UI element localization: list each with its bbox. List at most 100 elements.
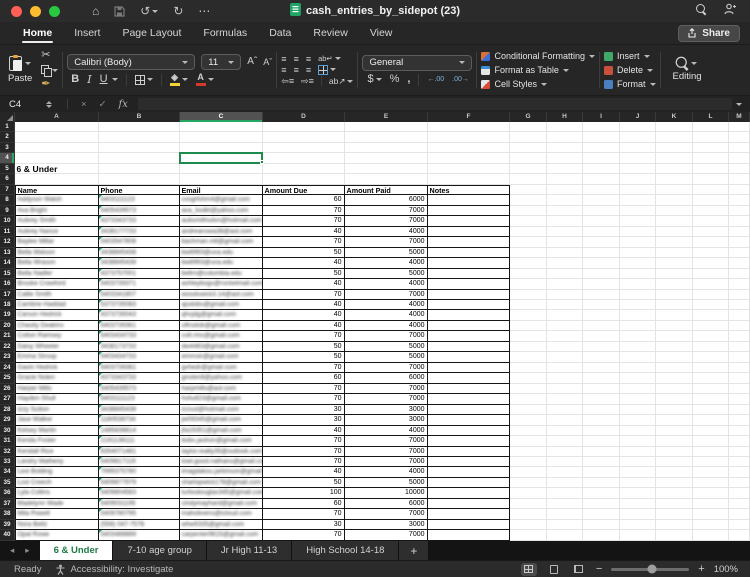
cell-E24[interactable]: 7000: [345, 363, 428, 373]
cell-I13[interactable]: [583, 248, 620, 258]
editing-button[interactable]: Editing: [665, 49, 710, 91]
borders-button[interactable]: [135, 75, 153, 85]
cell-K28[interactable]: [656, 405, 693, 415]
cell-A34[interactable]: Lexi Bolding: [15, 467, 99, 477]
cell-J3[interactable]: [620, 143, 656, 153]
cell-M29[interactable]: [729, 415, 750, 425]
cell-H17[interactable]: [547, 290, 583, 300]
tab-home[interactable]: Home: [12, 22, 63, 44]
cell-M28[interactable]: [729, 405, 750, 415]
tab-insert[interactable]: Insert: [63, 22, 111, 44]
cell-A29[interactable]: Jase Walker: [15, 415, 99, 425]
cell-F20[interactable]: [428, 321, 510, 331]
cell-D32[interactable]: 70: [263, 447, 345, 457]
column-header-B[interactable]: B: [99, 112, 180, 122]
row-header-23[interactable]: 23: [0, 352, 15, 362]
cell-A8[interactable]: Addyson Walsh: [15, 195, 99, 205]
cell-K12[interactable]: [656, 237, 693, 247]
cell-D29[interactable]: 30: [263, 415, 345, 425]
cell-C9[interactable]: ava_bsdkt@yahoo.com: [180, 206, 263, 216]
cell-E29[interactable]: 3000: [345, 415, 428, 425]
cell-J31[interactable]: [620, 436, 656, 446]
cell-B18[interactable]: 5373735083: [99, 300, 180, 310]
cell-L27[interactable]: [693, 394, 729, 404]
cell-C15[interactable]: bellrn@columbia.edu: [180, 269, 263, 279]
cell-E28[interactable]: 3000: [345, 405, 428, 415]
cell-M27[interactable]: [729, 394, 750, 404]
cell-I30[interactable]: [583, 426, 620, 436]
cell-E34[interactable]: 4000: [345, 467, 428, 477]
row-header-27[interactable]: 27: [0, 394, 15, 404]
cell-H19[interactable]: [547, 310, 583, 320]
cell-I35[interactable]: [583, 478, 620, 488]
cell-K25[interactable]: [656, 373, 693, 383]
cell-B6[interactable]: [99, 174, 180, 184]
cell-K37[interactable]: [656, 499, 693, 509]
cell-J35[interactable]: [620, 478, 656, 488]
cell-M37[interactable]: [729, 499, 750, 509]
cell-L4[interactable]: [693, 153, 729, 163]
cell-B16[interactable]: 5403739371: [99, 279, 180, 289]
cell-H30[interactable]: [547, 426, 583, 436]
cell-E26[interactable]: 7000: [345, 384, 428, 394]
cell-K40[interactable]: [656, 530, 693, 540]
cell-E27[interactable]: 7000: [345, 394, 428, 404]
cell-G23[interactable]: [510, 352, 547, 362]
row-header-29[interactable]: 29: [0, 415, 15, 425]
cell-B33[interactable]: 5409817119: [99, 457, 180, 467]
cell-M21[interactable]: [729, 331, 750, 341]
sheet-tab-6-and-under[interactable]: 6 & Under: [40, 541, 114, 560]
cell-C36[interactable]: turbodouglas345@gmail.com: [180, 488, 263, 498]
cell-F19[interactable]: [428, 310, 510, 320]
cell-C40[interactable]: carpenter9815@gmail.com: [180, 530, 263, 540]
cell-F14[interactable]: [428, 258, 510, 268]
cell-D28[interactable]: 30: [263, 405, 345, 415]
cell-H6[interactable]: [547, 174, 583, 184]
cell-H15[interactable]: [547, 269, 583, 279]
prev-sheet-arrow-icon[interactable]: ◂: [10, 545, 14, 556]
cell-B14[interactable]: 3438845438: [99, 258, 180, 268]
cell-G30[interactable]: [510, 426, 547, 436]
cell-F28[interactable]: [428, 405, 510, 415]
cell-B31[interactable]: 2191138111: [99, 436, 180, 446]
cell-M22[interactable]: [729, 342, 750, 352]
cell-D30[interactable]: 40: [263, 426, 345, 436]
cell-A26[interactable]: Harper Mills: [15, 384, 99, 394]
cell-F34[interactable]: [428, 467, 510, 477]
row-header-31[interactable]: 31: [0, 436, 15, 446]
cell-I34[interactable]: [583, 467, 620, 477]
cell-J37[interactable]: [620, 499, 656, 509]
cell-M18[interactable]: [729, 300, 750, 310]
cell-D5[interactable]: [263, 164, 345, 174]
column-header-L[interactable]: L: [693, 112, 729, 122]
cell-I29[interactable]: [583, 415, 620, 425]
cell-G6[interactable]: [510, 174, 547, 184]
cell-D8[interactable]: 60: [263, 195, 345, 205]
cell-H4[interactable]: [547, 153, 583, 163]
cell-B4[interactable]: [99, 153, 180, 163]
cell-M36[interactable]: [729, 488, 750, 498]
cell-C4[interactable]: [180, 153, 263, 163]
cell-B11[interactable]: 3438177733: [99, 227, 180, 237]
cell-L21[interactable]: [693, 331, 729, 341]
cell-J10[interactable]: [620, 216, 656, 226]
cell-C2[interactable]: [180, 132, 263, 142]
cell-C22[interactable]: dw4483@gmail.com: [180, 342, 263, 352]
cell-A17[interactable]: Callie Smith: [15, 290, 99, 300]
cell-H11[interactable]: [547, 227, 583, 237]
cell-L2[interactable]: [693, 132, 729, 142]
cell-F13[interactable]: [428, 248, 510, 258]
cell-L26[interactable]: [693, 384, 729, 394]
cell-E21[interactable]: 7000: [345, 331, 428, 341]
cell-J20[interactable]: [620, 321, 656, 331]
cell-G8[interactable]: [510, 195, 547, 205]
format-as-table-button[interactable]: Format as Table: [481, 65, 595, 75]
cell-D38[interactable]: 70: [263, 509, 345, 519]
cell-B32[interactable]: 9354071481: [99, 447, 180, 457]
conditional-formatting-button[interactable]: Conditional Formatting: [481, 51, 595, 61]
cell-M25[interactable]: [729, 373, 750, 383]
cell-I28[interactable]: [583, 405, 620, 415]
cell-K27[interactable]: [656, 394, 693, 404]
cell-J27[interactable]: [620, 394, 656, 404]
cell-A25[interactable]: Gracie Nolen: [15, 373, 99, 383]
